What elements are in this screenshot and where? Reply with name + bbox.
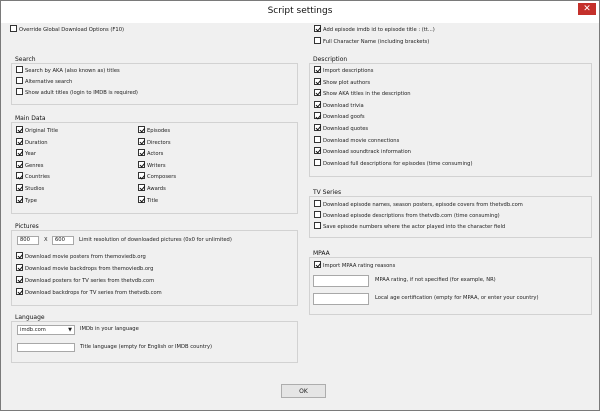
checkbox-box[interactable] [138, 137, 145, 145]
checkbox-box[interactable] [314, 37, 321, 44]
checkbox-box[interactable] [314, 158, 321, 166]
movie-posters-checkbox[interactable]: Download movie posters from themoviedb.o… [16, 252, 146, 262]
checkbox-box[interactable] [314, 66, 321, 73]
checkbox-box[interactable] [16, 264, 23, 271]
size-separator: X [44, 237, 48, 243]
tv-posters-checkbox[interactable]: Download posters for TV series from thet… [16, 276, 154, 286]
checkbox-box[interactable] [16, 172, 23, 180]
checkbox-box[interactable] [16, 149, 23, 157]
main-data-studios-checkbox[interactable]: Studios [16, 184, 44, 194]
movie-backdrops-checkbox[interactable]: Download movie backdrops from themoviedb… [16, 264, 153, 274]
checkbox-box[interactable] [138, 149, 145, 157]
checkbox-box[interactable] [138, 160, 145, 168]
description-download-movie-connections-checkbox[interactable]: Download movie connections [314, 135, 399, 146]
local-certification-label: Local age certification (empty for MPAA,… [375, 295, 539, 301]
picture-width-input[interactable] [17, 236, 39, 245]
import-mpaa-checkbox[interactable]: Import MPAA rating reasons [314, 261, 395, 271]
main-data-actors-checkbox[interactable]: Actors [138, 149, 163, 159]
tv-series-group-title: TV Series [313, 189, 342, 196]
local-certification-input[interactable] [313, 293, 369, 305]
checkbox-box[interactable] [16, 252, 23, 259]
close-button[interactable]: ✕ [578, 3, 596, 15]
description-download-goofs-checkbox[interactable]: Download goofs [314, 112, 365, 122]
main-data-group-title: Main Data [15, 115, 46, 122]
full-character-name-checkbox[interactable]: Full Character Name (including brackets) [314, 37, 429, 47]
description-download-full-descriptions-for-episodes-time-consuming-checkbox[interactable]: Download full descriptions for episodes … [314, 158, 473, 169]
checkbox-box[interactable] [138, 195, 145, 203]
episode-numbers-checkbox[interactable]: Save episode numbers where the actor pla… [314, 222, 505, 232]
tvdb-episode-names-checkbox[interactable]: Download episode names, season posters, … [314, 200, 523, 210]
override-checkbox[interactable]: Override Global Download Options (F10) [10, 25, 124, 35]
checkbox-box[interactable] [16, 126, 23, 133]
checkbox-box[interactable] [314, 112, 321, 120]
mpaa-rating-input[interactable] [313, 275, 369, 287]
mpaa-group-title: MPAA [313, 250, 330, 257]
alternative-search-checkbox[interactable]: Alternative search [16, 77, 72, 87]
checkbox-box[interactable] [16, 184, 23, 191]
description-import-descriptions-checkbox[interactable]: Import descriptions [314, 66, 373, 76]
mpaa-rating-label: MPAA rating, if not specified (for examp… [375, 277, 496, 283]
checkbox-box[interactable] [16, 195, 23, 203]
checkbox-box[interactable] [138, 172, 145, 180]
picture-height-input[interactable] [52, 236, 74, 245]
add-imdb-id-checkbox[interactable]: Add episode imdb id to episode title : (… [314, 25, 435, 35]
title-language-label: Title language (empty for English or IMD… [80, 344, 213, 350]
description-download-soundtrack-information-checkbox[interactable]: Download soundtrack information [314, 147, 411, 157]
title-language-input[interactable] [17, 343, 75, 352]
language-group-title: Language [15, 314, 45, 321]
main-data-awards-checkbox[interactable]: Awards [138, 184, 166, 194]
settings-window: Script settings ✕ Override Global Downlo… [0, 0, 600, 411]
description-download-trivia-checkbox[interactable]: Download trivia [314, 100, 364, 111]
checkbox-box[interactable] [314, 100, 321, 108]
checkbox-box[interactable] [314, 135, 321, 143]
limit-resolution-label: Limit resolution of downloaded pictures … [79, 237, 232, 243]
language-select-label: IMDb in your language [80, 326, 139, 332]
description-download-quotes-checkbox[interactable]: Download quotes [314, 124, 368, 134]
description-show-aka-titles-in-the-description-checkbox[interactable]: Show AKA titles in the description [314, 89, 411, 99]
pictures-group-title: Pictures [15, 223, 39, 230]
language-select[interactable]: imdb.com ▼ [17, 325, 75, 335]
checkbox-box[interactable] [314, 261, 321, 268]
main-data-episodes-checkbox[interactable]: Episodes [138, 126, 170, 136]
main-data-title-checkbox[interactable]: Title [138, 195, 158, 206]
chevron-down-icon: ▼ [68, 327, 72, 333]
checkbox-box[interactable] [314, 124, 321, 131]
checkbox-box[interactable] [314, 89, 321, 97]
checkbox-box[interactable] [16, 77, 23, 84]
title-bar: Script settings ✕ [1, 1, 599, 23]
checkbox-box[interactable] [16, 288, 23, 295]
checkbox-box[interactable] [10, 25, 17, 32]
main-data-countries-checkbox[interactable]: Countries [16, 172, 50, 182]
adult-titles-checkbox[interactable]: Show adult titles (login to IMDB is requ… [16, 88, 138, 98]
checkbox-box[interactable] [16, 66, 23, 73]
checkbox-box[interactable] [16, 137, 23, 145]
tvdb-episode-descriptions-checkbox[interactable]: Download episode descriptions from thetv… [314, 211, 500, 221]
checkbox-box[interactable] [16, 88, 23, 95]
checkbox-box[interactable] [138, 126, 145, 133]
description-group-title: Description [313, 56, 348, 63]
checkbox-box[interactable] [314, 77, 321, 85]
window-title: Script settings [267, 6, 333, 16]
main-data-genres-checkbox[interactable]: Genres [16, 160, 43, 171]
search-group-title: Search [15, 56, 36, 63]
main-data-year-checkbox[interactable]: Year [16, 149, 36, 159]
main-data-composers-checkbox[interactable]: Composers [138, 172, 176, 182]
description-show-plot-authors-checkbox[interactable]: Show plot authors [314, 77, 370, 88]
checkbox-box[interactable] [314, 222, 321, 229]
checkbox-box[interactable] [16, 160, 23, 168]
main-data-directors-checkbox[interactable]: Directors [138, 137, 171, 148]
main-data-original-title-checkbox[interactable]: Original Title [16, 126, 58, 136]
main-data-writers-checkbox[interactable]: Writers [138, 160, 166, 171]
main-data-type-checkbox[interactable]: Type [16, 195, 37, 206]
main-data-duration-checkbox[interactable]: Duration [16, 137, 48, 148]
ok-button[interactable]: OK [281, 384, 326, 398]
checkbox-box[interactable] [314, 200, 321, 207]
checkbox-box[interactable] [138, 184, 145, 191]
checkbox-box[interactable] [314, 211, 321, 218]
checkbox-box[interactable] [314, 147, 321, 155]
checkbox-box[interactable] [16, 276, 23, 283]
search-aka-checkbox[interactable]: Search by AKA (also known as) titles [16, 66, 120, 76]
tv-backdrops-checkbox[interactable]: Download backdrops for TV series from th… [16, 288, 162, 298]
checkbox-box[interactable] [314, 25, 321, 32]
